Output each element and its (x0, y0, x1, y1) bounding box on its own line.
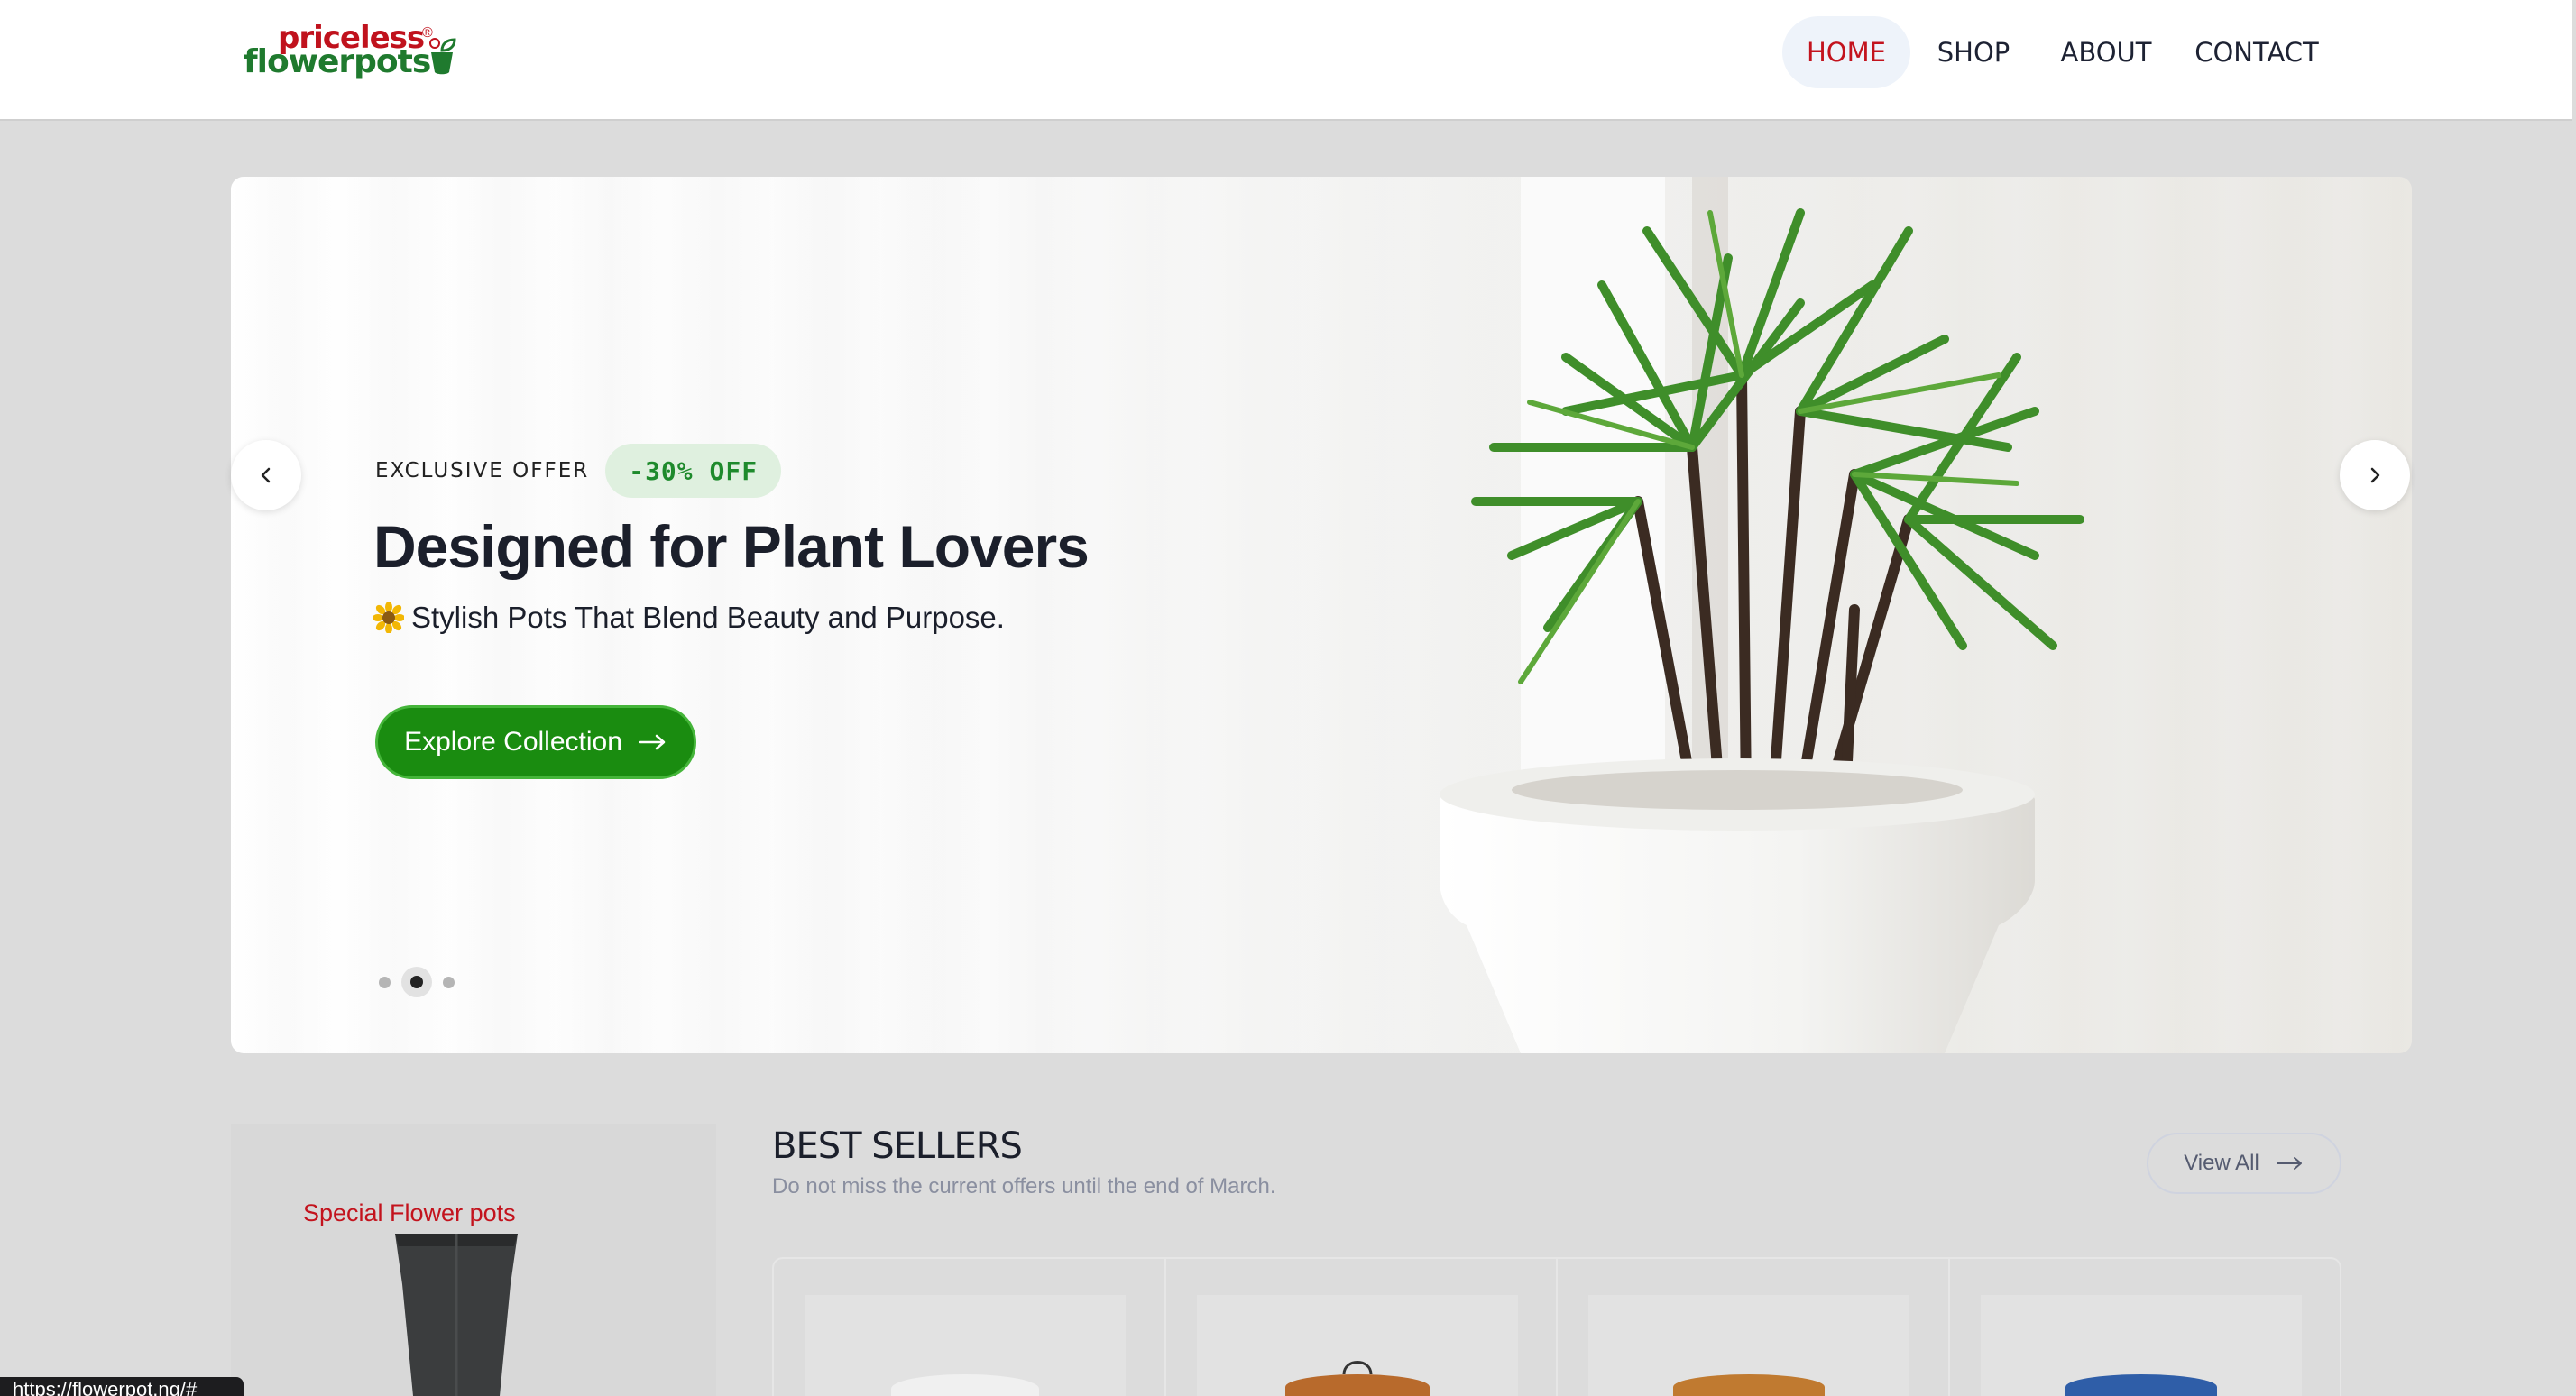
logo-pot-icon (429, 38, 456, 75)
product-card[interactable] (1950, 1259, 2341, 1396)
chevron-right-icon (2370, 467, 2380, 483)
site-header: priceless ® flowerpots HOME SHOP ABOUT C… (0, 0, 2572, 121)
blue-pot-image (2065, 1374, 2217, 1396)
hero-title: Designed for Plant Lovers (373, 513, 1090, 580)
carousel-dot-1[interactable] (379, 976, 391, 988)
product-image (805, 1295, 1126, 1396)
carousel-dot-3[interactable] (443, 976, 455, 988)
offer-label: EXCLUSIVE OFFER (375, 459, 590, 482)
carousel-dot-2[interactable] (401, 967, 432, 997)
arrow-right-icon (639, 734, 666, 750)
nav-contact[interactable]: CONTACT (2190, 16, 2323, 88)
best-sellers-subtitle: Do not miss the current offers until the… (772, 1174, 1276, 1199)
special-promo-card[interactable]: Special Flower pots (231, 1124, 716, 1396)
chevron-left-icon (261, 467, 271, 483)
discount-badge: -30% OFF (605, 444, 782, 498)
view-all-label: View All (2184, 1151, 2259, 1175)
hero-carousel: EXCLUSIVE OFFER -30% OFF Designed for Pl… (231, 177, 2412, 1053)
nav-about[interactable]: ABOUT (2053, 16, 2159, 88)
nav-shop[interactable]: SHOP (1927, 16, 2020, 88)
carousel-prev-button[interactable] (231, 440, 301, 510)
offer-row: EXCLUSIVE OFFER -30% OFF (375, 444, 782, 498)
product-card[interactable] (1558, 1259, 1950, 1396)
hero-subtitle-text: Stylish Pots That Blend Beauty and Purpo… (411, 601, 1005, 634)
logo-text-flowerpots: flowerpots (244, 43, 431, 80)
best-sellers-grid (772, 1257, 2341, 1396)
carousel-next-button[interactable] (2340, 440, 2410, 510)
product-card[interactable] (774, 1259, 1166, 1396)
best-sellers-title: BEST SELLERS (772, 1125, 1023, 1167)
hanging-pot-image (1284, 1361, 1430, 1396)
sunflower-icon (373, 602, 404, 633)
hero-subtitle: Stylish Pots That Blend Beauty and Purpo… (373, 601, 1005, 635)
logo[interactable]: priceless ® flowerpots (244, 20, 460, 83)
view-all-button[interactable]: View All (2147, 1133, 2341, 1194)
product-image (1588, 1295, 1909, 1396)
square-pot-image (395, 1234, 518, 1396)
product-image (1196, 1295, 1518, 1396)
hero-plant-image (1440, 177, 2084, 1053)
explore-collection-label: Explore Collection (404, 727, 622, 757)
terracotta-pot-image (1673, 1374, 1825, 1396)
carousel-dots (379, 967, 471, 997)
nav-home[interactable]: HOME (1782, 16, 1910, 88)
product-card[interactable] (1166, 1259, 1558, 1396)
promo-label: Special Flower pots (303, 1199, 516, 1226)
arrow-right-icon (2276, 1157, 2302, 1170)
product-image (1980, 1295, 2302, 1396)
status-bar-url: https://flowerpot.ng/# (0, 1377, 244, 1396)
explore-collection-button[interactable]: Explore Collection (375, 705, 696, 779)
white-pot-image (891, 1374, 1039, 1396)
